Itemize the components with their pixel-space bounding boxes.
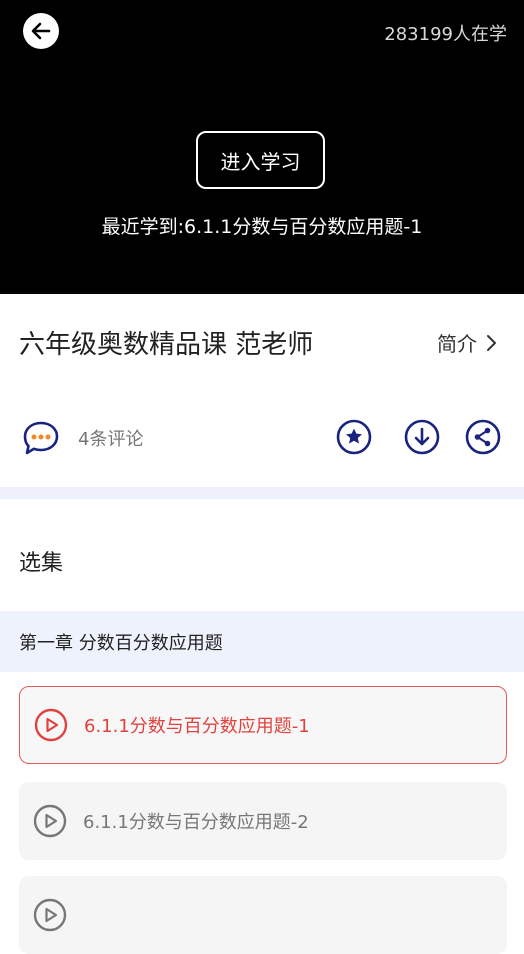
chapter-title: 第一章 分数百分数应用题	[19, 632, 223, 654]
play-circle-icon	[33, 898, 67, 932]
video-player[interactable]: 283199人在学 进入学习 最近学到:6.1.1分数与百分数应用题-1	[0, 0, 524, 294]
back-button[interactable]	[23, 13, 59, 49]
course-title: 六年级奥数精品课 范老师	[19, 330, 314, 360]
play-circle-icon	[33, 804, 67, 838]
intro-label: 简介	[437, 332, 477, 356]
section-divider	[0, 487, 524, 499]
recent-progress-text: 最近学到:6.1.1分数与百分数应用题-1	[101, 216, 423, 238]
download-icon[interactable]	[404, 419, 440, 455]
chapter-header[interactable]: 第一章 分数百分数应用题	[0, 611, 524, 672]
episode-label: 6.1.1分数与百分数应用题-2	[83, 812, 309, 833]
comment-count: 4条评论	[78, 429, 144, 450]
favorite-icon[interactable]	[336, 419, 372, 455]
comment-icon	[23, 421, 59, 455]
intro-link[interactable]: 简介	[437, 328, 497, 357]
share-icon[interactable]	[465, 419, 501, 455]
learner-count: 283199人在学	[384, 24, 507, 45]
enter-study-button[interactable]: 进入学习	[196, 131, 325, 189]
comments-link[interactable]: 4条评论	[22, 420, 143, 456]
episode-item-1[interactable]: 6.1.1分数与百分数应用题-1	[19, 686, 507, 764]
chevron-right-icon	[487, 334, 496, 351]
arrow-left-icon	[31, 22, 51, 40]
episodes-section-title: 选集	[19, 551, 64, 576]
episode-item-3[interactable]	[19, 876, 507, 954]
play-circle-icon	[34, 708, 68, 742]
episode-item-2[interactable]: 6.1.1分数与百分数应用题-2	[19, 782, 507, 860]
episode-label: 6.1.1分数与百分数应用题-1	[84, 716, 310, 737]
